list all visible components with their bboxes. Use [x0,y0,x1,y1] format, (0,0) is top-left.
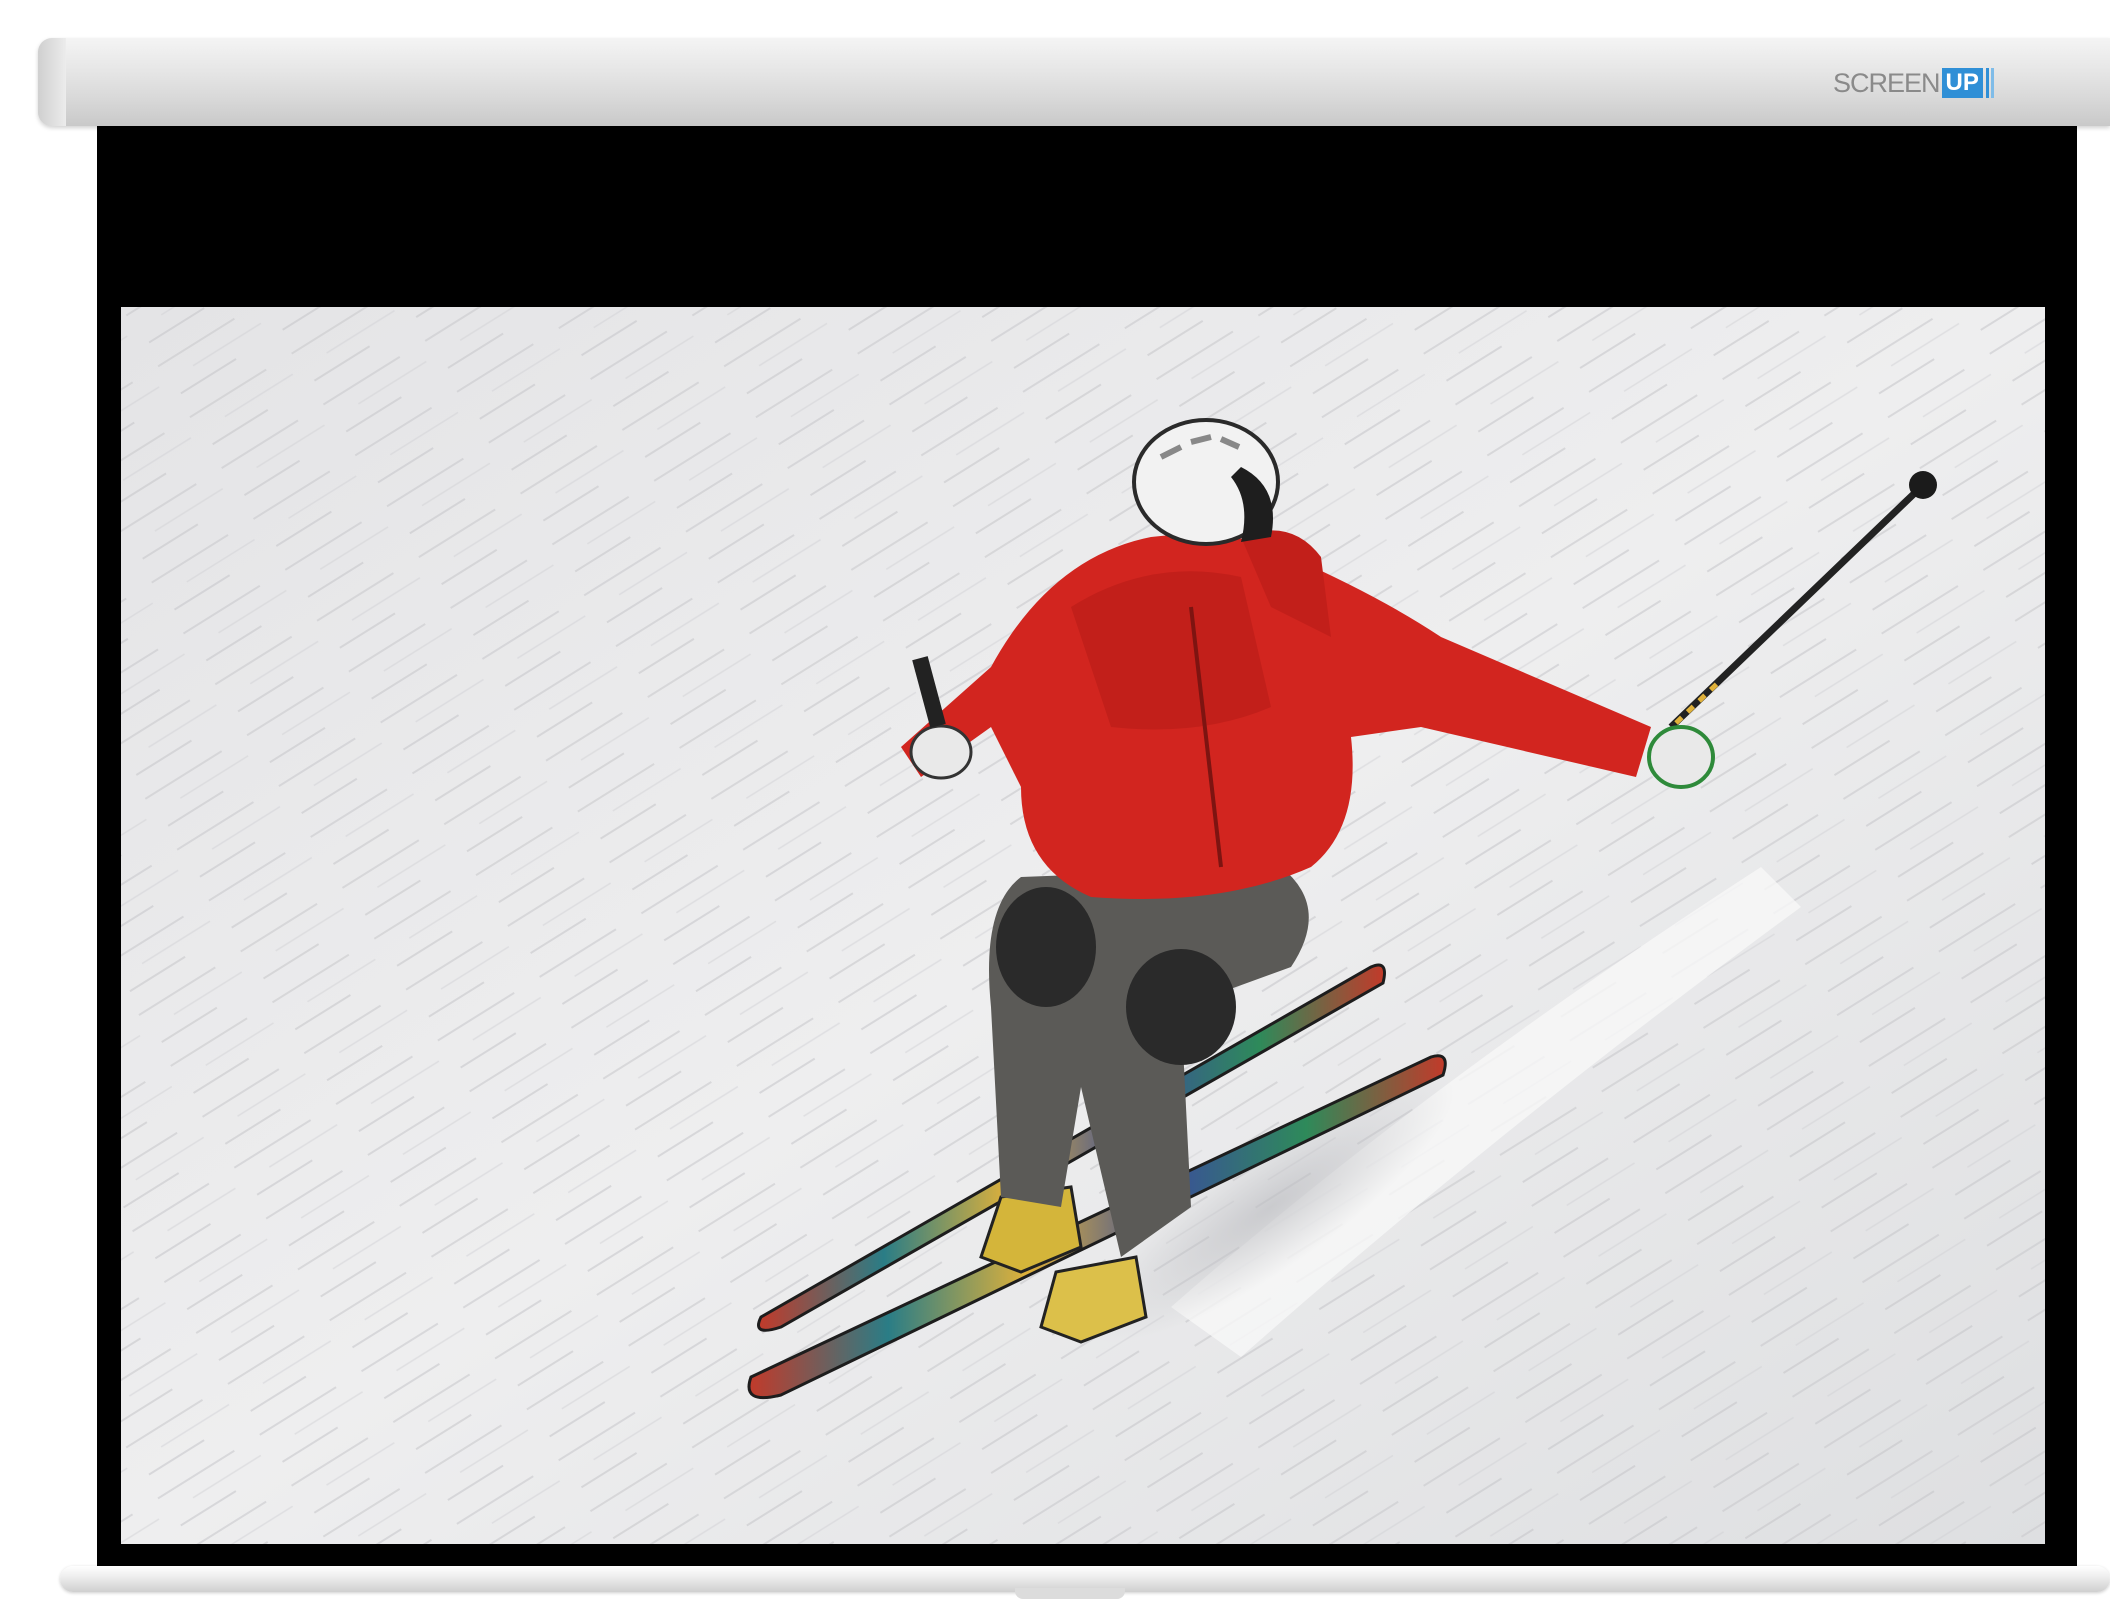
knee-pad-right [1126,949,1236,1065]
left-glove [909,724,973,780]
screen-housing: SCREEN UP [38,38,2110,126]
knee-pad-left [996,887,1096,1007]
projection-screen [97,126,2077,1568]
housing-end-cap [38,38,66,126]
brand-logo: SCREEN UP [1833,66,1994,100]
brand-word: SCREEN [1833,67,1941,98]
skier-scene [121,307,2045,1544]
right-glove [1647,725,1715,789]
pull-handle[interactable] [1015,1588,1125,1599]
pole-basket [1909,471,1937,499]
brand-bars-icon [1985,68,1994,98]
brand-mark: UP [1941,68,1983,98]
projected-image [121,307,2045,1544]
